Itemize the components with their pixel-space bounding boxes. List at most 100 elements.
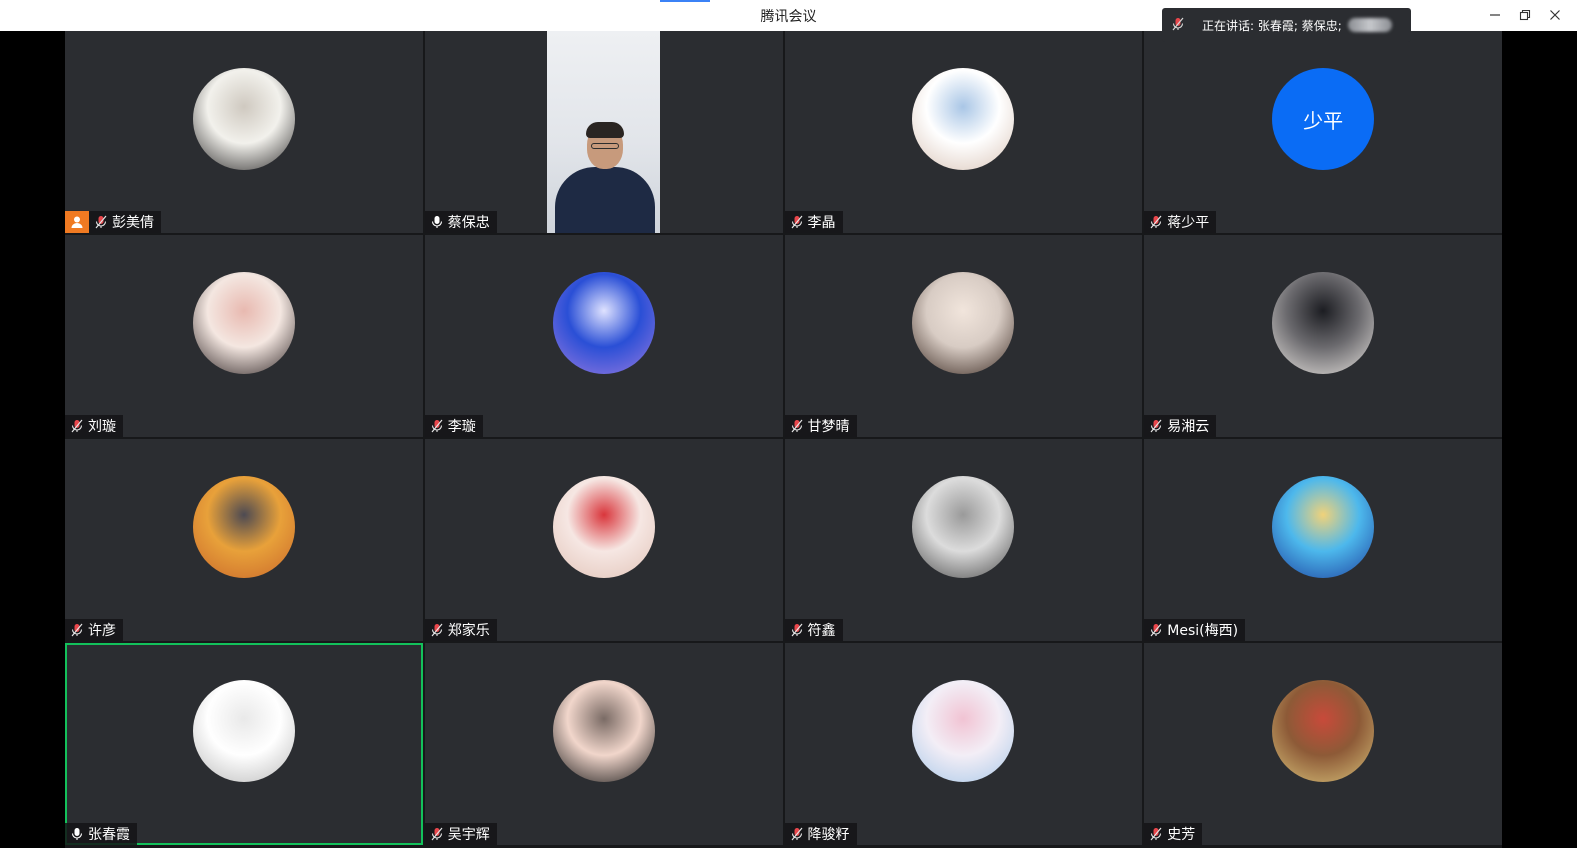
anime-girl-icon: [912, 680, 1015, 782]
name-label: 蒋少平: [1144, 211, 1217, 233]
person-photo-icon: [192, 272, 295, 374]
minimize-button[interactable]: [1483, 4, 1507, 26]
name-label: 易湘云: [1144, 415, 1217, 437]
participant-tile[interactable]: Mesi(梅西): [1144, 439, 1502, 641]
participant-tile[interactable]: 彭美倩: [65, 31, 423, 233]
participant-tile[interactable]: 符鑫: [784, 439, 1143, 641]
mic-muted-icon: [431, 827, 443, 841]
religious-art-icon: [1272, 476, 1375, 578]
name-tag: 易湘云: [1144, 415, 1217, 437]
name-tag: 刘璇: [65, 415, 123, 437]
anime-girl-icon: [912, 68, 1015, 170]
participant-name: 蒋少平: [1167, 215, 1210, 231]
text-avatar: 少平: [1272, 68, 1375, 170]
close-button[interactable]: [1543, 4, 1567, 26]
name-tag: 李璇: [424, 415, 483, 437]
monochrome-photo-icon: [912, 476, 1015, 578]
name-label: 李晶: [784, 211, 843, 233]
name-tag: 吴宇辉: [424, 823, 497, 845]
participant-tile[interactable]: 易湘云: [1144, 235, 1502, 437]
name-tag: 蒋少平: [1144, 211, 1217, 233]
mic-muted-icon: [1150, 419, 1162, 433]
name-tag: 甘梦晴: [784, 415, 857, 437]
participant-tile[interactable]: 许彦: [65, 439, 423, 641]
participant-tile[interactable]: 蔡保忠: [424, 31, 783, 233]
name-tag: 符鑫: [784, 619, 843, 641]
window-controls: [1483, 4, 1567, 26]
participant-name: 降骏籽: [807, 827, 850, 843]
name-label: 甘梦晴: [784, 415, 857, 437]
name-tag: 李晶: [784, 211, 843, 233]
avatar-text: 少平: [1303, 108, 1344, 133]
name-label: Mesi(梅西): [1144, 619, 1246, 641]
speaking-text: 正在讲话: 张春霞; 蔡保忠;: [1202, 18, 1342, 33]
participant-name: 李璇: [447, 419, 476, 435]
participant-grid: 彭美倩 蔡保忠 李晶 少平蒋少平刘璇 李璇 甘梦晴 易湘云许彦 郑家乐 符鑫 Mesi(梅西) 张春…: [65, 31, 1502, 848]
participant-name: 甘梦晴: [807, 419, 850, 435]
participant-name: 张春霞: [88, 827, 130, 843]
participant-name: 吴宇辉: [447, 827, 490, 843]
participant-tile[interactable]: 吴宇辉: [424, 643, 783, 845]
name-tag: 史芳: [1144, 823, 1203, 845]
participant-tile[interactable]: 李晶: [784, 31, 1143, 233]
sketch-drawing-icon: [192, 680, 295, 782]
speaking-mic-icon: [1172, 17, 1184, 34]
restore-button[interactable]: [1513, 4, 1537, 26]
name-label: 郑家乐: [424, 619, 497, 641]
participant-name: 郑家乐: [447, 623, 490, 639]
name-tag: 彭美倩: [65, 211, 161, 233]
mic-on-icon: [71, 827, 83, 841]
name-label: 蔡保忠: [424, 211, 497, 233]
participant-name: 李晶: [807, 215, 836, 231]
name-label: 降骏籽: [784, 823, 857, 845]
name-label: 彭美倩: [89, 211, 161, 233]
city-stairs-icon: [552, 272, 655, 374]
name-label: 许彦: [65, 619, 123, 641]
participant-tile[interactable]: 李璇: [424, 235, 783, 437]
participant-tile[interactable]: 降骏籽: [784, 643, 1143, 845]
name-tag: 降骏籽: [784, 823, 857, 845]
mic-muted-icon: [791, 623, 803, 637]
title-accent-line: [660, 0, 710, 2]
participant-tile[interactable]: 郑家乐: [424, 439, 783, 641]
mic-on-icon: [431, 215, 443, 229]
blurred-name: [1347, 18, 1392, 32]
speaking-indicator: 正在讲话: 张春霞; 蔡保忠;: [1162, 8, 1411, 42]
rainbow-art-icon: [1272, 680, 1375, 782]
name-label: 符鑫: [784, 619, 843, 641]
close-icon: [1550, 10, 1560, 20]
name-tag: Mesi(梅西): [1144, 619, 1246, 641]
mic-muted-icon: [1150, 827, 1162, 841]
name-label: 李璇: [424, 415, 483, 437]
name-label: 刘璇: [65, 415, 123, 437]
participant-name: 易湘云: [1167, 419, 1210, 435]
participant-name: 蔡保忠: [447, 215, 490, 231]
name-tag: 郑家乐: [424, 619, 497, 641]
cartoon-icon: [192, 476, 295, 578]
mic-muted-icon: [431, 623, 443, 637]
restore-icon: [1519, 9, 1531, 21]
name-tag: 张春霞: [65, 823, 137, 845]
mic-muted-icon: [1150, 215, 1162, 229]
participant-name: 刘璇: [88, 419, 116, 435]
child-glasses-icon: [552, 680, 655, 782]
participant-tile[interactable]: 张春霞: [65, 643, 423, 845]
participant-name: 符鑫: [807, 623, 836, 639]
participant-name: 史芳: [1167, 827, 1196, 843]
participant-tile[interactable]: 史芳: [1144, 643, 1502, 845]
participant-tile[interactable]: 刘璇: [65, 235, 423, 437]
host-icon: [65, 211, 89, 233]
mic-muted-icon: [791, 215, 803, 229]
minimize-icon: [1490, 14, 1500, 16]
participant-name: Mesi(梅西): [1167, 623, 1239, 639]
mic-muted-icon: [95, 215, 107, 229]
group-photo-icon: [1272, 272, 1375, 374]
name-tag: 许彦: [65, 619, 123, 641]
mic-muted-icon: [791, 419, 803, 433]
mic-muted-icon: [791, 827, 803, 841]
mic-muted-icon: [71, 419, 83, 433]
baby-photo-icon: [552, 476, 655, 578]
name-label: 张春霞: [65, 823, 137, 845]
participant-tile[interactable]: 甘梦晴: [784, 235, 1143, 437]
participant-tile[interactable]: 少平蒋少平: [1144, 31, 1502, 233]
